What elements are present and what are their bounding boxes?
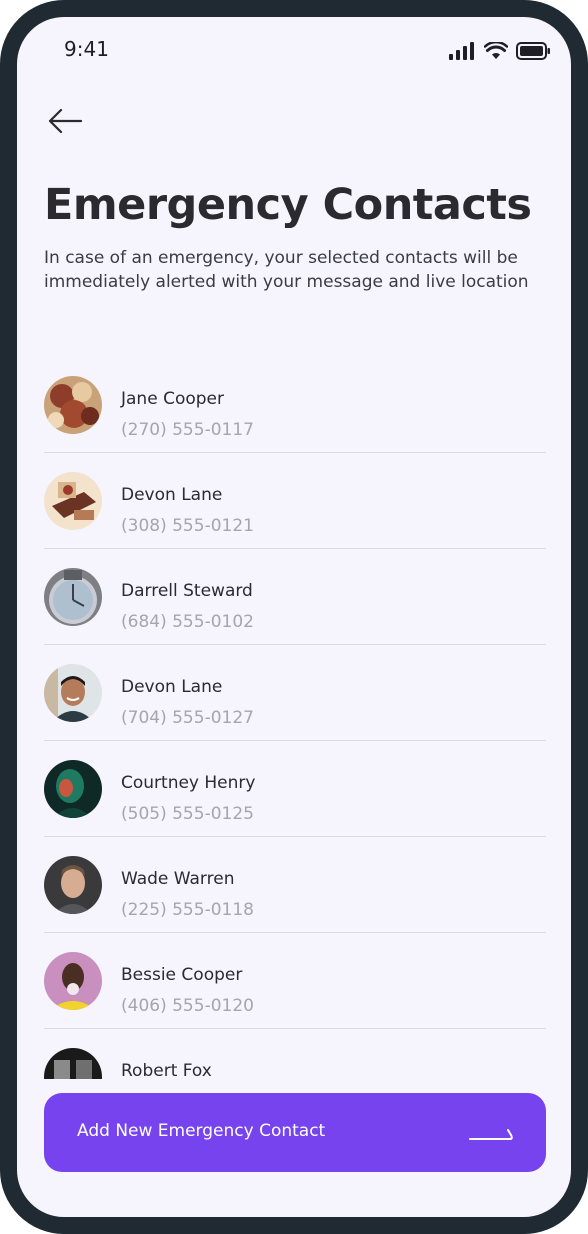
screen: 9:41 Emergency Contacts In case of an em… — [17, 17, 571, 1217]
contact-item[interactable]: Darrell Steward (684) 555-0102 — [44, 549, 546, 645]
contact-item[interactable]: Devon Lane (704) 555-0127 — [44, 645, 546, 741]
back-button[interactable] — [45, 105, 85, 137]
contact-name: Devon Lane — [121, 677, 223, 697]
contact-name: Darrell Steward — [121, 581, 253, 601]
status-time: 9:41 — [64, 37, 109, 61]
contact-phone: (704) 555-0127 — [121, 708, 254, 728]
cellular-signal-icon — [449, 42, 474, 60]
contact-phone: (308) 555-0121 — [121, 516, 254, 536]
contact-phone: (406) 555-0120 — [121, 996, 254, 1016]
arrow-right-icon — [469, 1129, 513, 1140]
contact-name: Devon Lane — [121, 485, 223, 505]
add-emergency-contact-button[interactable]: Add New Emergency Contact — [44, 1093, 546, 1172]
avatar — [44, 1048, 102, 1079]
contact-name: Robert Fox — [121, 1061, 212, 1079]
add-button-label: Add New Emergency Contact — [77, 1121, 326, 1141]
phone-frame: 9:41 Emergency Contacts In case of an em… — [0, 0, 588, 1234]
contact-name: Courtney Henry — [121, 773, 256, 793]
contact-phone: (270) 555-0117 — [121, 420, 254, 440]
avatar — [44, 856, 102, 914]
contact-phone: (225) 555-0118 — [121, 900, 254, 920]
page-subtitle: In case of an emergency, your selected c… — [44, 248, 529, 292]
avatar — [44, 952, 102, 1010]
avatar — [44, 568, 102, 626]
contact-phone: (505) 555-0125 — [121, 804, 254, 824]
contact-item[interactable]: Wade Warren (225) 555-0118 — [44, 837, 546, 933]
contact-item[interactable]: Robert Fox — [44, 1029, 546, 1079]
page-title: Emergency Contacts — [44, 180, 532, 230]
arrow-left-icon — [48, 108, 83, 134]
avatar — [44, 760, 102, 818]
contact-name: Wade Warren — [121, 869, 235, 889]
status-icons — [449, 42, 551, 60]
contact-name: Bessie Cooper — [121, 965, 243, 985]
wifi-icon — [484, 42, 508, 59]
battery-icon — [516, 42, 550, 60]
avatar — [44, 664, 102, 722]
contact-name: Jane Cooper — [121, 389, 224, 409]
contact-phone: (684) 555-0102 — [121, 612, 254, 632]
contact-list: Jane Cooper (270) 555-0117 Devon Lane (3… — [44, 357, 546, 1079]
contact-item[interactable]: Courtney Henry (505) 555-0125 — [44, 741, 546, 837]
contact-item[interactable]: Jane Cooper (270) 555-0117 — [44, 357, 546, 453]
contact-item[interactable]: Devon Lane (308) 555-0121 — [44, 453, 546, 549]
contact-item[interactable]: Bessie Cooper (406) 555-0120 — [44, 933, 546, 1029]
avatar — [44, 472, 102, 530]
avatar — [44, 376, 102, 434]
